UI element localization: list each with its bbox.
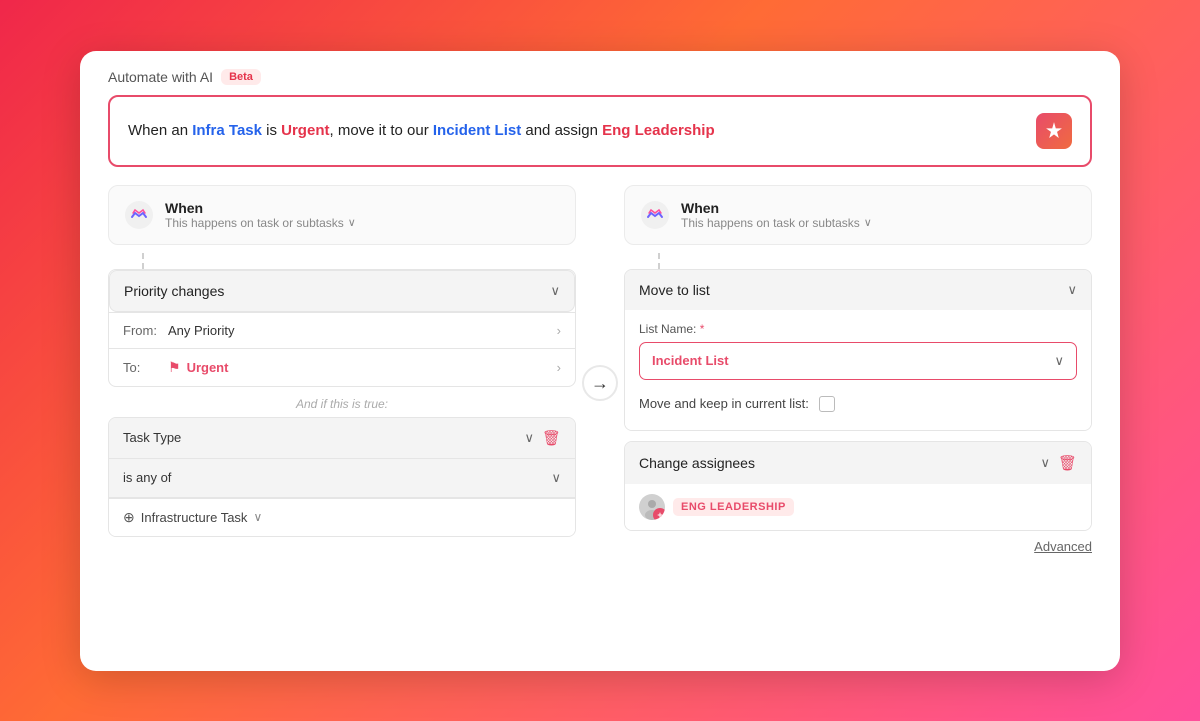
- globe-icon: ⊕: [123, 509, 135, 526]
- to-row[interactable]: To: ⚑ Urgent ›: [109, 348, 575, 386]
- keep-in-list-row: Move and keep in current list:: [639, 390, 1077, 418]
- main-card: Automate with AI Beta When an Infra Task…: [80, 51, 1120, 671]
- from-row[interactable]: From: Any Priority ›: [109, 312, 575, 348]
- ai-prompt-text: When an Infra Task is Urgent, move it to…: [128, 122, 715, 139]
- and-if-label: And if this is true:: [108, 387, 576, 417]
- prompt-infra-task: Infra Task: [192, 122, 262, 139]
- when-subtitle-left: This happens on task or subtasks ∨: [165, 216, 356, 230]
- to-value: ⚑ Urgent: [168, 359, 557, 376]
- to-label: To:: [123, 360, 168, 375]
- prompt-incident-list: Incident List: [433, 122, 521, 139]
- when-text-left: When This happens on task or subtasks ∨: [165, 200, 356, 230]
- from-chevron: ›: [557, 323, 561, 338]
- when-title-right: When: [681, 200, 872, 216]
- assignees-delete-icon[interactable]: 🗑: [1058, 454, 1077, 472]
- assignees-header[interactable]: Change assignees ∨ 🗑: [625, 442, 1091, 484]
- clickup-logo-left: [125, 201, 153, 229]
- from-label: From:: [123, 323, 168, 338]
- condition-type-label: Task Type: [123, 430, 181, 445]
- action-body: List Name: * Incident List ∨ Move and ke…: [625, 310, 1091, 430]
- keep-in-list-label: Move and keep in current list:: [639, 396, 809, 411]
- arrow-divider: →: [582, 365, 618, 401]
- when-chevron-left: ∨: [348, 216, 356, 229]
- automate-label: Automate with AI: [108, 69, 213, 85]
- right-when-block[interactable]: When This happens on task or subtasks ∨: [624, 185, 1092, 245]
- eng-badge: ENG LEADERSHIP: [673, 498, 794, 516]
- trigger-block: Priority changes ∨ From: Any Priority › …: [108, 269, 576, 387]
- beta-badge: Beta: [221, 69, 261, 85]
- infra-chevron: ∨: [253, 510, 262, 524]
- right-column: When This happens on task or subtasks ∨ …: [600, 185, 1092, 554]
- columns-container: When This happens on task or subtasks ∨ …: [80, 185, 1120, 582]
- when-subtitle-right: This happens on task or subtasks ∨: [681, 216, 872, 230]
- infra-task-label: Infrastructure Task: [141, 510, 248, 525]
- action-header[interactable]: Move to list ∨: [625, 270, 1091, 310]
- assignees-body: + ENG LEADERSHIP: [625, 484, 1091, 530]
- prompt-eng-leadership: Eng Leadership: [602, 122, 715, 139]
- infra-task-row[interactable]: ⊕ Infrastructure Task ∨: [109, 498, 575, 536]
- list-name-label: List Name: *: [639, 322, 1077, 336]
- ai-magic-button[interactable]: [1036, 113, 1072, 149]
- condition-block: Task Type ∨ 🗑 is any of ∨ ⊕ Infrastructu…: [108, 417, 576, 537]
- left-when-block[interactable]: When This happens on task or subtasks ∨: [108, 185, 576, 245]
- assignees-block: Change assignees ∨ 🗑 +: [624, 441, 1092, 531]
- top-bar: Automate with AI Beta: [80, 51, 1120, 95]
- sparkle-icon: [1045, 122, 1063, 140]
- dashed-connector-right: [658, 253, 1092, 269]
- assignees-label: Change assignees: [639, 455, 755, 471]
- left-column: When This happens on task or subtasks ∨ …: [108, 185, 600, 554]
- prompt-middle2: , move it to our: [329, 122, 432, 139]
- avatar-plus-icon: +: [653, 508, 665, 520]
- prompt-before: When an: [128, 122, 192, 139]
- incident-list-chevron: ∨: [1054, 353, 1064, 369]
- incident-list-text: Incident List: [652, 353, 729, 368]
- assignees-chevron: ∨: [1040, 455, 1050, 471]
- condition-actions: ∨ 🗑: [524, 429, 561, 447]
- ai-prompt-box: When an Infra Task is Urgent, move it to…: [108, 95, 1092, 167]
- move-to-list-block: Move to list ∨ List Name: * Incident Lis…: [624, 269, 1092, 431]
- advanced-link[interactable]: Advanced: [624, 531, 1092, 554]
- prompt-middle1: is: [262, 122, 281, 139]
- when-chevron-right: ∨: [864, 216, 872, 229]
- condition-type-row[interactable]: Task Type ∨ 🗑: [109, 418, 575, 459]
- trigger-label: Priority changes: [124, 283, 224, 299]
- incident-list-select[interactable]: Incident List ∨: [639, 342, 1077, 380]
- condition-sub-label: is any of: [123, 470, 171, 485]
- when-text-right: When This happens on task or subtasks ∨: [681, 200, 872, 230]
- assignees-header-actions: ∨ 🗑: [1040, 454, 1077, 472]
- condition-sub-row[interactable]: is any of ∨: [109, 459, 575, 498]
- condition-chevron: ∨: [524, 430, 534, 446]
- required-star: *: [700, 322, 705, 336]
- assignee-avatar: +: [639, 494, 665, 520]
- flag-icon: ⚑: [168, 359, 181, 376]
- clickup-logo-right: [641, 201, 669, 229]
- to-chevron: ›: [557, 360, 561, 375]
- prompt-urgent: Urgent: [281, 122, 329, 139]
- prompt-middle3: and assign: [521, 122, 602, 139]
- condition-delete-icon[interactable]: 🗑: [542, 429, 561, 447]
- dashed-connector-left: [142, 253, 576, 269]
- action-label: Move to list: [639, 282, 710, 298]
- trigger-chevron: ∨: [550, 283, 560, 299]
- from-value: Any Priority: [168, 323, 557, 338]
- condition-sub-chevron: ∨: [551, 470, 561, 486]
- urgent-label: Urgent: [187, 360, 229, 375]
- trigger-select[interactable]: Priority changes ∨: [109, 270, 575, 312]
- keep-in-list-checkbox[interactable]: [819, 396, 835, 412]
- when-title-left: When: [165, 200, 356, 216]
- action-chevron: ∨: [1067, 282, 1077, 298]
